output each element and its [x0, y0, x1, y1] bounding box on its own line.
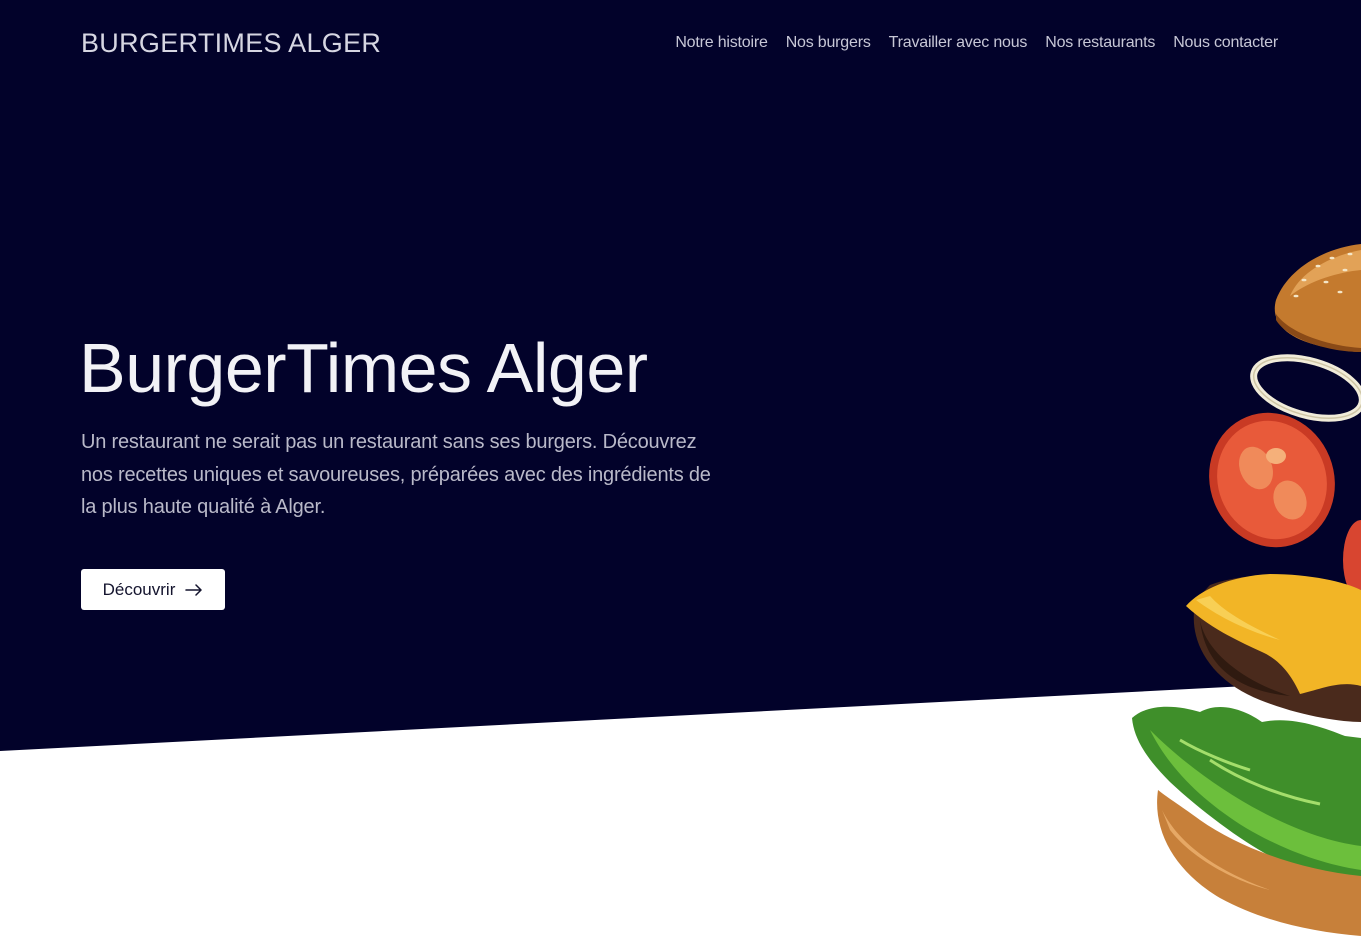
navbar: BURGERTIMES ALGER Notre histoire Nos bur… — [0, 0, 1361, 88]
nav-item: Travailler avec nous — [889, 34, 1028, 52]
discover-button[interactable]: Découvrir — [81, 569, 225, 610]
nav-item: Nos restaurants — [1045, 34, 1155, 52]
nav-link-travailler-avec-nous[interactable]: Travailler avec nous — [889, 34, 1028, 51]
nav-link-nos-burgers[interactable]: Nos burgers — [786, 34, 871, 51]
discover-button-label: Découvrir — [102, 579, 176, 599]
hero-title: BurgerTimes Alger — [79, 329, 648, 407]
hero-description: Un restaurant ne serait pas un restauran… — [81, 431, 711, 518]
nav-link-notre-histoire[interactable]: Notre histoire — [675, 34, 768, 51]
patty-with-cheese — [1186, 574, 1361, 722]
brand-logo-link[interactable]: BURGERTIMES ALGER — [81, 28, 381, 59]
nav-menu: Notre histoire Nos burgers Travailler av… — [675, 34, 1278, 52]
nav-link-nous-contacter[interactable]: Nous contacter — [1173, 34, 1278, 51]
tomato-slice — [1209, 412, 1361, 600]
nav-link-nos-restaurants[interactable]: Nos restaurants — [1045, 34, 1155, 51]
top-bun — [1274, 244, 1361, 352]
nav-item: Nos burgers — [786, 34, 871, 52]
nav-item: Notre histoire — [675, 34, 768, 52]
nav-item: Nous contacter — [1173, 34, 1278, 52]
arrow-right-icon — [185, 583, 203, 596]
exploded-burger-image — [1132, 244, 1361, 936]
